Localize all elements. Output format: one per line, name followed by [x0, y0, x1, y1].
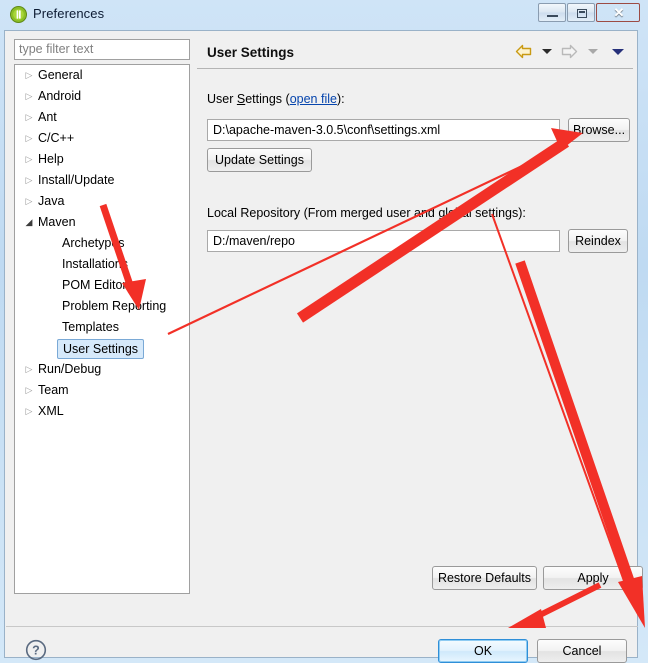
- tree-item-maven[interactable]: ◢ Maven: [15, 212, 189, 233]
- help-question-icon[interactable]: ?: [25, 639, 47, 661]
- browse-button[interactable]: Browse...: [568, 118, 630, 142]
- tree-item-label: Problem Reporting: [62, 299, 167, 313]
- open-file-link[interactable]: open file: [290, 92, 337, 106]
- tree-item-xml[interactable]: ▷ XML: [15, 401, 189, 422]
- twisty-collapsed-icon[interactable]: ▷: [23, 128, 35, 149]
- user-settings-input[interactable]: D:\apache-maven-3.0.5\conf\settings.xml: [207, 119, 560, 141]
- tree-item-android[interactable]: ▷ Android: [15, 86, 189, 107]
- tree-item-label: Ant: [38, 110, 57, 124]
- tree-item-ant[interactable]: ▷ Ant: [15, 107, 189, 128]
- navigation-toolbar: [515, 43, 629, 63]
- tree-item-general[interactable]: ▷ General: [15, 65, 189, 86]
- footer-separator: [6, 626, 638, 627]
- tree-item-label: Maven: [38, 215, 76, 229]
- twisty-collapsed-icon[interactable]: ▷: [23, 191, 35, 212]
- twisty-expanded-icon[interactable]: ◢: [23, 212, 35, 233]
- page-title: User Settings: [207, 45, 295, 60]
- apply-button[interactable]: Apply: [543, 566, 643, 590]
- tree-item-label: Templates: [62, 320, 119, 334]
- twisty-collapsed-icon[interactable]: ▷: [23, 401, 35, 422]
- tree-item-label: C/C++: [38, 131, 75, 145]
- close-icon: ✕: [613, 5, 625, 20]
- cancel-button[interactable]: Cancel: [537, 639, 627, 663]
- tree-item-installations[interactable]: Installations: [15, 254, 189, 275]
- forward-menu-chevron-down-icon: [587, 49, 598, 55]
- dialog-client-area: type filter text ▷ General ▷ Android ▷ Ant ▷ C/…: [4, 30, 643, 663]
- tree-item-label: POM Editor: [62, 278, 127, 292]
- twisty-collapsed-icon[interactable]: ▷: [23, 86, 35, 107]
- tree-item-label: General: [38, 68, 83, 82]
- reindex-button[interactable]: Reindex: [568, 229, 628, 253]
- filter-input[interactable]: type filter text: [14, 39, 190, 60]
- tree-item-templates[interactable]: Templates: [15, 317, 189, 338]
- twisty-collapsed-icon[interactable]: ▷: [23, 65, 35, 86]
- menu-chevron-down-icon[interactable]: [612, 48, 624, 55]
- back-menu-chevron-down-icon[interactable]: [541, 49, 552, 55]
- settings-content-panel: User Settings User Settings (open file):…: [195, 34, 643, 594]
- user-settings-label: User Settings (open file):: [207, 92, 345, 106]
- preferences-tree[interactable]: ▷ General ▷ Android ▷ Ant ▷ C/C++ ▷ Help ▷ Install/…: [14, 64, 190, 594]
- ok-button[interactable]: OK: [438, 639, 528, 663]
- minimize-icon: [547, 15, 558, 17]
- restore-icon: [577, 9, 587, 18]
- local-repository-label: Local Repository (From merged user and g…: [207, 206, 526, 220]
- tree-item-label: User Settings: [57, 339, 145, 359]
- restore-button[interactable]: [567, 3, 595, 22]
- restore-defaults-button[interactable]: Restore Defaults: [432, 566, 537, 590]
- back-arrow-icon[interactable]: [515, 44, 532, 59]
- tree-item-pom-editor[interactable]: POM Editor: [15, 275, 189, 296]
- preferences-window: Preferences ✕ type filter text ▷ General ▷…: [0, 0, 648, 663]
- tree-item-java[interactable]: ▷ Java: [15, 191, 189, 212]
- twisty-collapsed-icon[interactable]: ▷: [23, 170, 35, 191]
- tree-item-label: Installations: [62, 257, 129, 271]
- tree-item-run-debug[interactable]: ▷ Run/Debug: [15, 359, 189, 380]
- title-bar: Preferences ✕: [0, 0, 648, 30]
- tree-item-label: Archetypes: [62, 236, 125, 250]
- label-part-after: ettings (: [245, 92, 290, 106]
- label-part-before: User: [207, 92, 237, 106]
- label-part-end: ):: [336, 92, 345, 106]
- tree-item-archetypes[interactable]: Archetypes: [15, 233, 189, 254]
- tree-item-label: Team: [38, 383, 69, 397]
- tree-item-user-settings[interactable]: User Settings: [15, 338, 189, 359]
- tree-item-install-update[interactable]: ▷ Install/Update: [15, 170, 189, 191]
- twisty-collapsed-icon[interactable]: ▷: [23, 380, 35, 401]
- title-separator: [197, 68, 633, 69]
- minimize-button[interactable]: [538, 3, 566, 22]
- window-title: Preferences: [33, 6, 105, 21]
- label-mnemonic: S: [236, 92, 246, 106]
- tree-item-team[interactable]: ▷ Team: [15, 380, 189, 401]
- tree-item-label: Help: [38, 152, 64, 166]
- local-repository-input[interactable]: D:/maven/repo: [207, 230, 560, 252]
- tree-item-label: Run/Debug: [38, 362, 102, 376]
- tree-item-label: XML: [38, 404, 64, 418]
- tree-item-c-c-[interactable]: ▷ C/C++: [15, 128, 189, 149]
- eclipse-icon: [10, 6, 27, 23]
- twisty-collapsed-icon[interactable]: ▷: [23, 359, 35, 380]
- forward-arrow-icon: [561, 45, 578, 59]
- update-settings-button[interactable]: Update Settings: [207, 148, 312, 172]
- tree-item-problem-reporting[interactable]: Problem Reporting: [15, 296, 189, 317]
- tree-item-label: Java: [38, 194, 65, 208]
- twisty-collapsed-icon[interactable]: ▷: [23, 107, 35, 128]
- svg-text:?: ?: [32, 644, 40, 658]
- tree-item-help[interactable]: ▷ Help: [15, 149, 189, 170]
- close-button[interactable]: ✕: [596, 3, 640, 22]
- twisty-collapsed-icon[interactable]: ▷: [23, 149, 35, 170]
- tree-item-label: Install/Update: [38, 173, 115, 187]
- tree-item-label: Android: [38, 89, 82, 103]
